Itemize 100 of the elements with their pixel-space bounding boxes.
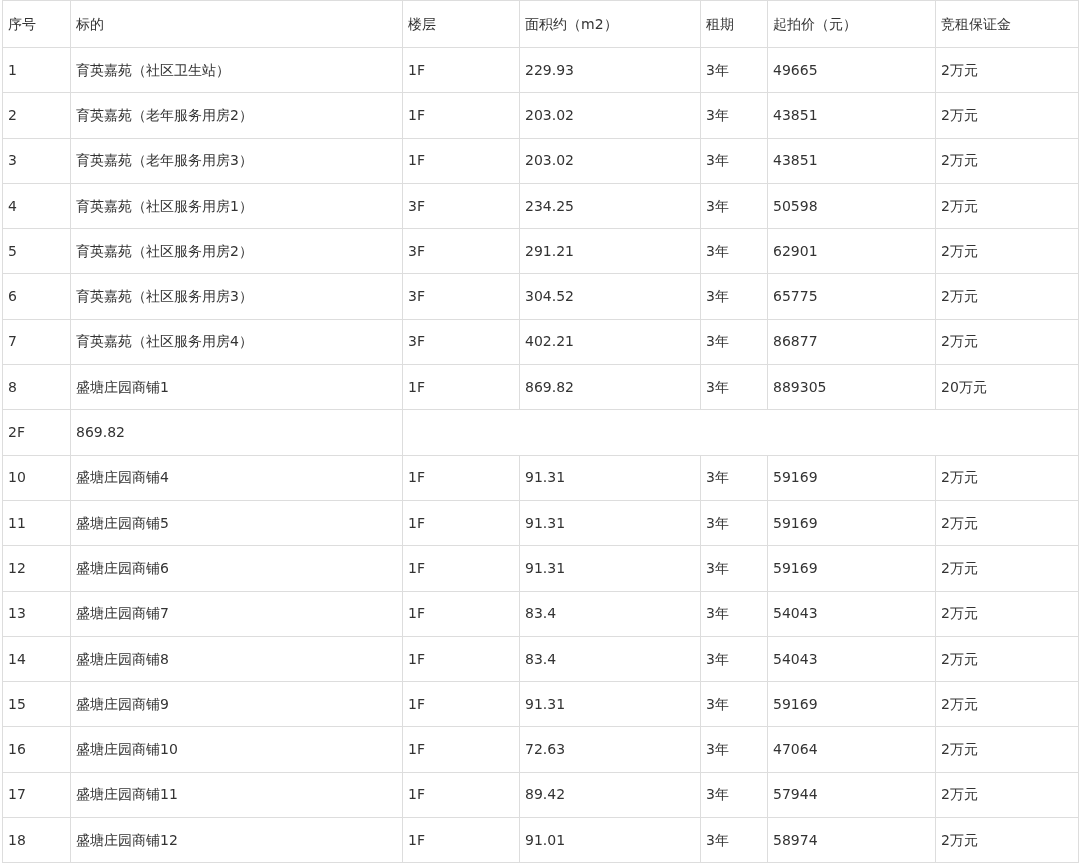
table-cell: 2万元 [935, 545, 1079, 592]
table-cell: 91.31 [519, 545, 701, 592]
table-cell: 57944 [767, 772, 936, 818]
table-cell: 5 [2, 228, 71, 274]
table-cell: 20万元 [935, 364, 1079, 410]
table-cell: 3年 [700, 500, 768, 546]
table-cell: 1F [402, 681, 520, 727]
table-cell: 91.31 [519, 500, 701, 546]
table-cell: 11 [2, 500, 71, 546]
table-cell: 3年 [700, 92, 768, 139]
table-cell: 1F [402, 591, 520, 637]
table-cell: 1F [402, 636, 520, 682]
table-cell: 2万元 [935, 47, 1079, 93]
table-cell: 2万元 [935, 817, 1079, 863]
table-cell: 2万元 [935, 138, 1079, 184]
table-cell: 盛塘庄园商铺8 [70, 636, 403, 682]
table-cell: 7 [2, 319, 71, 365]
table-cell: 盛塘庄园商铺10 [70, 726, 403, 773]
table-cell: 83.4 [519, 636, 701, 682]
table-cell: 304.52 [519, 274, 701, 320]
table-cell: 59169 [767, 545, 936, 592]
table-cell: 2万元 [935, 636, 1079, 682]
table-cell: 889305 [767, 364, 936, 410]
table-cell: 2万元 [935, 274, 1079, 320]
table-cell: 12 [2, 545, 71, 592]
table-cell: 1F [402, 772, 520, 818]
table-cell: 3年 [700, 681, 768, 727]
table-cell: 229.93 [519, 47, 701, 93]
table-cell: 3F [402, 228, 520, 274]
table-cell: 育英嘉苑（社区卫生站） [70, 47, 403, 93]
table-cell: 3F [402, 319, 520, 365]
table-cell: 1F [402, 545, 520, 592]
table-cell: 盛塘庄园商铺12 [70, 817, 403, 863]
table-cell: 2万元 [935, 591, 1079, 637]
table-cell: 盛塘庄园商铺7 [70, 591, 403, 637]
table-cell: 43851 [767, 138, 936, 184]
table-cell: 盛塘庄园商铺11 [70, 772, 403, 818]
table-cell: 育英嘉苑（社区服务用房4） [70, 319, 403, 365]
table-cell: 203.02 [519, 92, 701, 139]
table-cell: 2 [2, 92, 71, 139]
table-cell: 1F [402, 455, 520, 501]
table-cell: 2万元 [935, 500, 1079, 546]
table-cell: 54043 [767, 591, 936, 637]
table-cell: 91.31 [519, 455, 701, 501]
table-cell: 2万元 [935, 726, 1079, 773]
table-cell: 83.4 [519, 591, 701, 637]
table-cell: 3F [402, 183, 520, 229]
table-cell: 86877 [767, 319, 936, 365]
table-cell: 2万元 [935, 319, 1079, 365]
table-cell: 2万元 [935, 772, 1079, 818]
table-cell: 4 [2, 183, 71, 229]
table-cell: 54043 [767, 636, 936, 682]
table-cell: 2万元 [935, 228, 1079, 274]
table-cell: 18 [2, 817, 71, 863]
table-cell: 72.63 [519, 726, 701, 773]
column-header: 标的 [70, 0, 403, 48]
table-cell: 59169 [767, 681, 936, 727]
table-cell: 8 [2, 364, 71, 410]
table-cell: 1F [402, 817, 520, 863]
table-cell: 91.01 [519, 817, 701, 863]
table-cell: 2万元 [935, 183, 1079, 229]
table-cell: 盛塘庄园商铺6 [70, 545, 403, 592]
table-cell: 6 [2, 274, 71, 320]
table-cell: 3年 [700, 47, 768, 93]
table-cell: 3年 [700, 591, 768, 637]
table-cell: 1F [402, 47, 520, 93]
table-cell: 15 [2, 681, 71, 727]
table-cell: 3年 [700, 726, 768, 773]
table-cell: 43851 [767, 92, 936, 139]
column-header: 面积约（m2） [519, 0, 701, 48]
table-cell: 3 [2, 138, 71, 184]
table-cell: 盛塘庄园商铺4 [70, 455, 403, 501]
table-cell: 3年 [700, 636, 768, 682]
table-cell: 1 [2, 47, 71, 93]
table-cell: 17 [2, 772, 71, 818]
table-cell: 3F [402, 274, 520, 320]
table-cell: 2F [2, 409, 71, 456]
column-header: 序号 [2, 0, 71, 48]
table-cell: 91.31 [519, 681, 701, 727]
column-header: 租期 [700, 0, 768, 48]
table-cell: 1F [402, 138, 520, 184]
table-cell: 869.82 [70, 409, 403, 456]
table-cell: 3年 [700, 274, 768, 320]
table-cell: 盛塘庄园商铺5 [70, 500, 403, 546]
table-cell: 育英嘉苑（老年服务用房3） [70, 138, 403, 184]
table-cell: 16 [2, 726, 71, 773]
table-cell: 49665 [767, 47, 936, 93]
table-cell: 203.02 [519, 138, 701, 184]
table-cell: 育英嘉苑（社区服务用房2） [70, 228, 403, 274]
table-cell: 育英嘉苑（老年服务用房2） [70, 92, 403, 139]
table-cell: 14 [2, 636, 71, 682]
table-cell: 育英嘉苑（社区服务用房1） [70, 183, 403, 229]
table-cell: 869.82 [519, 364, 701, 410]
table-cell: 3年 [700, 545, 768, 592]
table-cell: 10 [2, 455, 71, 501]
table-cell: 2万元 [935, 455, 1079, 501]
table-cell: 234.25 [519, 183, 701, 229]
table-cell: 59169 [767, 500, 936, 546]
column-header: 楼层 [402, 0, 520, 48]
table-cell: 58974 [767, 817, 936, 863]
